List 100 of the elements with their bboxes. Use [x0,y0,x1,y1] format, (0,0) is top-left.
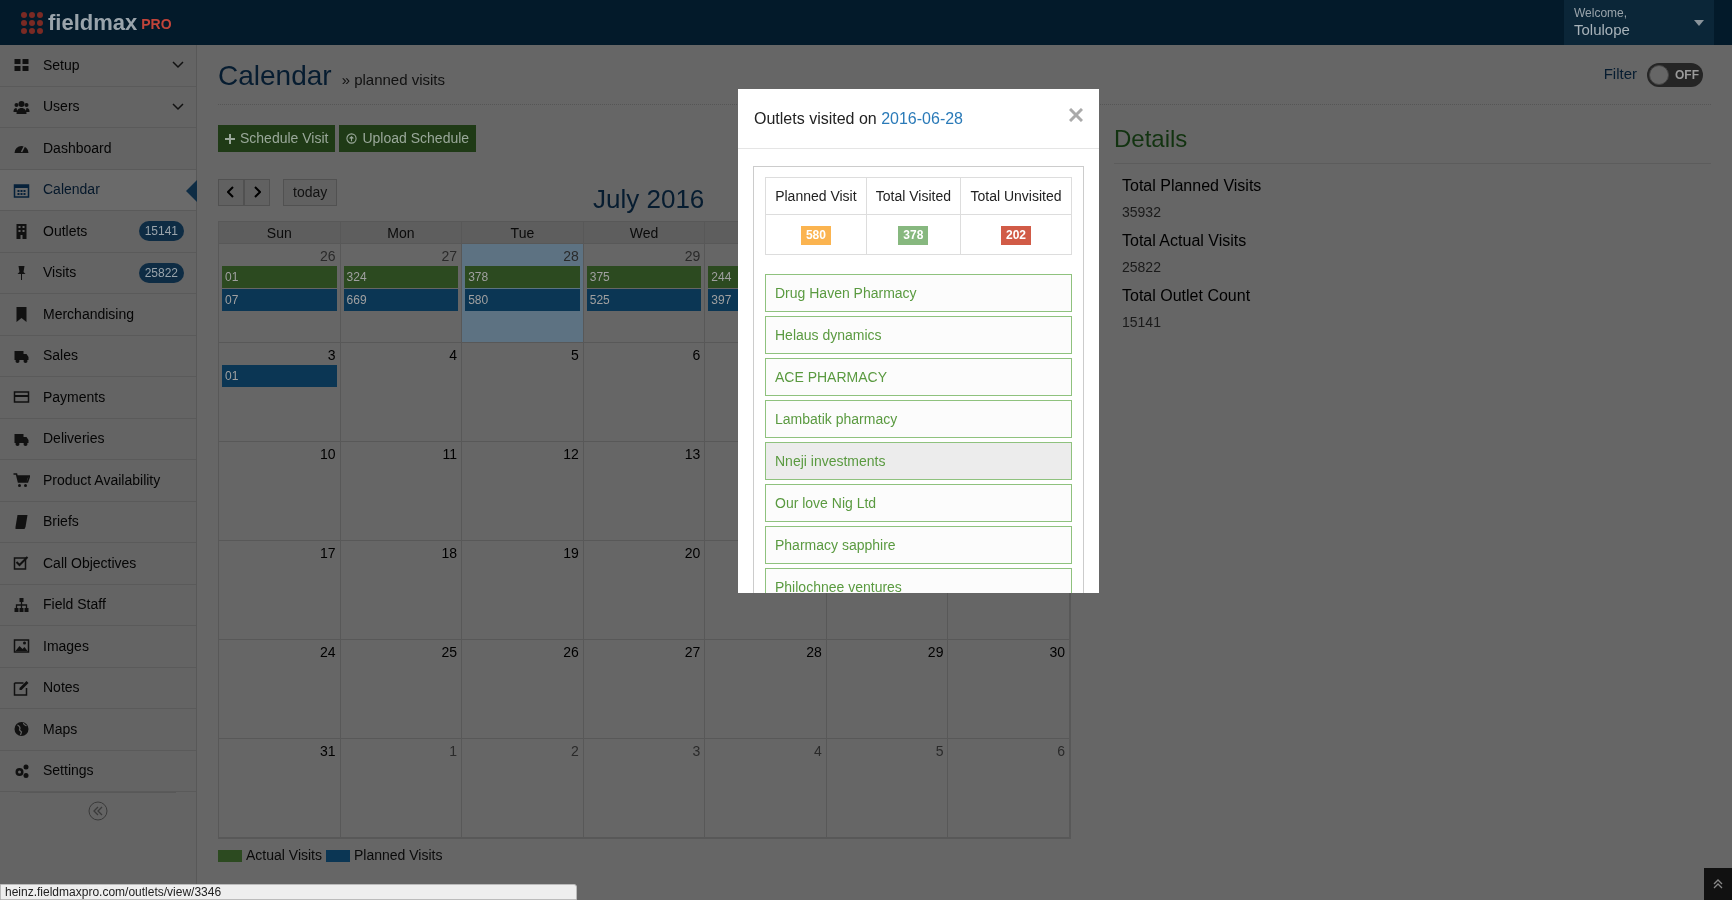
day-number: 5 [935,742,944,761]
cart-icon [13,472,30,489]
count-badge: 378 [898,226,929,245]
visit-count-bar[interactable]: 669 [343,289,459,311]
globe-icon [13,721,30,738]
chevron-up-icon [1713,879,1723,889]
outlet-item[interactable]: ACE PHARMACY [765,358,1072,396]
day-number: 13 [684,445,701,464]
count-badge: 15141 [138,221,184,242]
collapse-icon[interactable] [88,801,108,821]
visit-count-bar[interactable]: 07 [222,289,337,311]
scroll-top-button[interactable] [1704,868,1732,900]
day-number: 28 [806,643,822,662]
outlet-item[interactable]: Philochnee ventures [765,568,1072,593]
day-number: 26 [563,643,579,662]
legend-label: Planned Visits [354,846,443,865]
org-chart-icon [13,596,30,613]
visit-count-bar[interactable]: 01 [222,365,337,387]
filter-toggle[interactable]: OFF [1647,62,1703,87]
count-badge: 202 [1000,226,1031,245]
day-number: 1 [449,742,458,761]
caret-icon [1694,19,1704,26]
day-number: 5 [570,346,579,365]
visit-count-bar[interactable]: 375 [586,266,702,288]
upload-button[interactable]: Upload Schedule [339,125,477,152]
schedule-button[interactable]: Schedule Visit [218,125,336,152]
outlet-item[interactable]: Drug Haven Pharmacy [765,274,1072,312]
day-number: 4 [814,742,822,761]
status-url: heinz.fieldmaxpro.com/outlets/view/3346 [5,886,222,898]
stat-label: Total Outlet Count [1122,286,1252,306]
grid-icon [13,57,30,74]
logo-icon [20,10,44,35]
column-header: Total Unvisited [960,177,1072,215]
day-number: 17 [320,544,336,563]
day-number: 2 [570,742,579,761]
day-number: 10 [320,445,336,464]
day-number: 6 [692,346,701,365]
today-button[interactable]: today [283,178,338,206]
next-button[interactable] [244,178,270,206]
welcome-text: Welcome, [1574,5,1629,21]
previous-button[interactable] [218,178,244,206]
day-number: 24 [320,643,336,662]
stat-value: 25822 [1122,258,1162,277]
count-badge: 25822 [138,262,184,283]
filter-label: Filter [1603,64,1637,85]
day-number: 27 [441,247,458,266]
day-number: 31 [320,742,336,761]
day-number: 12 [563,445,579,464]
legend-label: Actual Visits [246,846,322,865]
visit-count-bar[interactable]: 324 [343,266,459,288]
outlet-item[interactable]: Nneji investments [765,442,1072,480]
stat-value: 15141 [1122,313,1162,332]
day-number: 19 [563,544,579,563]
day-number: 26 [320,247,336,266]
outlet-item[interactable]: Our love Nig Ltd [765,484,1072,522]
visit-count-bar[interactable]: 378 [465,266,580,288]
column-header: Total Visited [866,177,961,215]
day-number: 18 [441,544,458,563]
chevron-right-icon [253,186,261,198]
chevron-left-icon [227,186,235,198]
logo-suffix: PRO [141,15,172,34]
users-icon [13,98,30,115]
checkbox-icon [13,555,30,572]
visit-count-bar[interactable]: 580 [465,289,580,311]
visit-count-bar[interactable]: 01 [222,266,337,288]
day-number: 29 [684,247,701,266]
calendar-day[interactable]: 28 378 580 [462,244,584,342]
outlet-item[interactable]: Pharmacy sapphire [765,526,1072,564]
day-number: 27 [684,643,701,662]
user-name: Tolulope [1574,20,1630,40]
page-title: Calendar [218,58,332,93]
stat-value: 35932 [1122,203,1162,222]
modal-title: Outlets visited on 2016-06-28 [754,108,963,129]
day-number: 11 [442,445,458,464]
stat-label: Total Actual Visits [1122,231,1248,251]
plus-icon [225,133,235,144]
day-number: 29 [927,643,944,662]
column-header: Planned Visit [765,177,867,215]
outlet-item[interactable]: Lambatik pharmacy [765,400,1072,438]
user-menu[interactable]: Welcome, Tolulope [1564,0,1714,45]
day-number: 25 [441,643,458,662]
calendar-day[interactable]: 3 01 [219,343,341,441]
day-number: 20 [684,544,701,563]
visit-count-bar[interactable]: 525 [586,289,702,311]
day-number: 28 [563,247,579,266]
count-badge: 580 [800,226,831,245]
breadcrumb: » planned visits [341,69,446,90]
day-number: 6 [1057,742,1065,761]
credit-card-icon [13,389,30,406]
edit-icon [13,679,30,696]
outlet-item[interactable]: Helaus dynamics [765,316,1072,354]
logo-text: fieldmax [48,9,138,37]
calendar-icon [13,181,30,198]
stat-label: Total Planned Visits [1122,176,1263,196]
sidebar-item[interactable]: Calendar [0,169,196,211]
upload-icon [346,133,358,144]
close-icon[interactable] [1069,107,1083,122]
month-title: July 2016 [593,183,705,216]
day-number: 4 [449,346,458,365]
calendar-day[interactable]: 26 01 07 [219,244,341,342]
